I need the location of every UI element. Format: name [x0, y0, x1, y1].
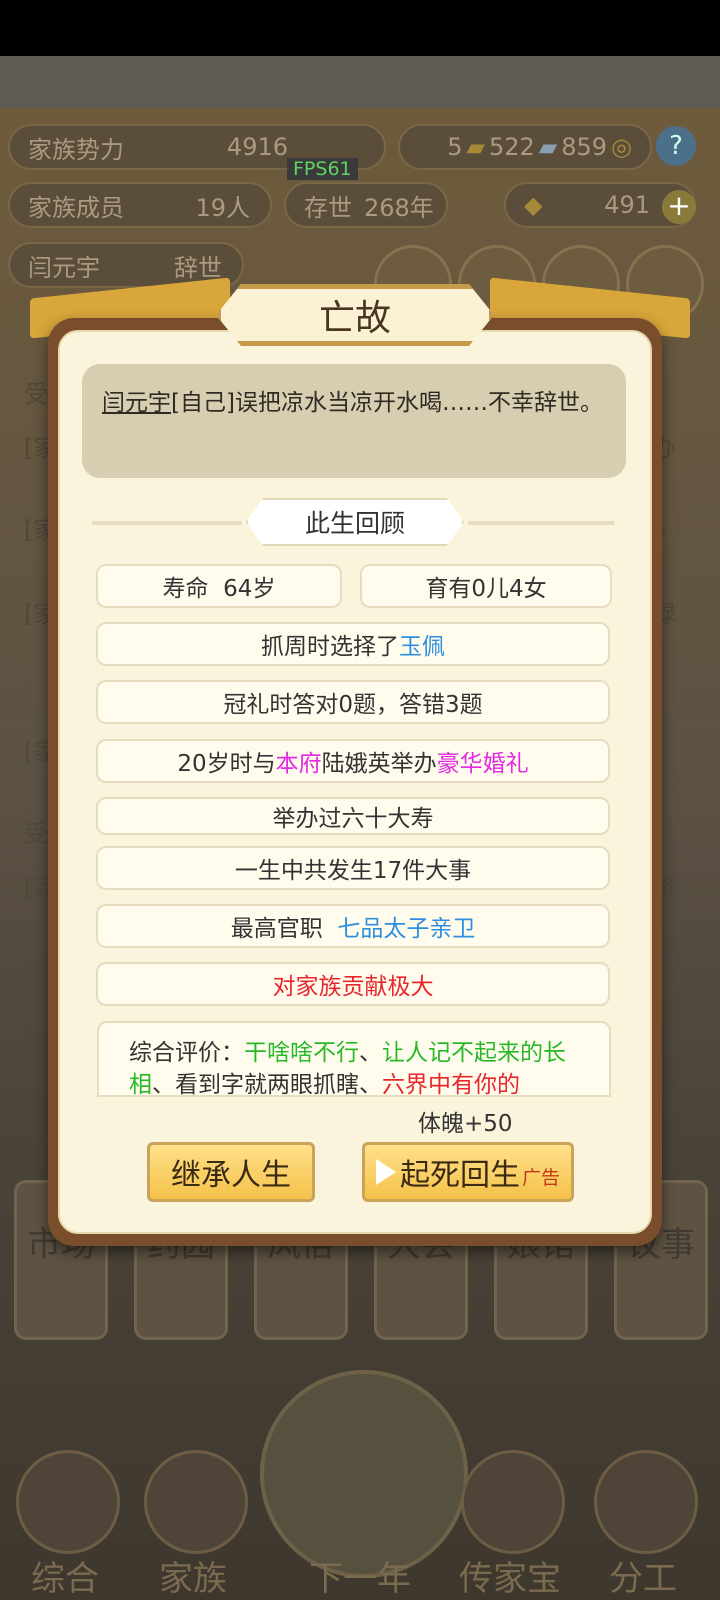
nav-heirloom-label: 传家宝: [459, 1559, 561, 1599]
bg-text-fragment: 受: [24, 380, 48, 408]
section-divider-left: [92, 521, 242, 525]
character-name: 闫元宇: [28, 253, 100, 282]
family-power-label: 家族势力: [28, 135, 124, 164]
inherit-life-label: 继承人生: [171, 1158, 291, 1193]
resource-2-value: 522: [488, 133, 535, 161]
wedding-type: 豪华婚礼: [436, 751, 529, 777]
heirloom-icon: [461, 1450, 565, 1554]
overall-evaluation[interactable]: 综合评价：干啥啥不行、让人记不起来的长相、看到字就两眼抓瞎、六界中有你的: [97, 1021, 611, 1097]
dialog-title-badge: 亡故: [216, 284, 494, 346]
fps-counter: FPS61: [287, 158, 358, 180]
events-row: 一生中共发生17件大事: [96, 846, 610, 890]
nav-overview-label: 综合: [31, 1559, 99, 1599]
birthday-row: 举办过六十大寿: [96, 797, 610, 835]
lifespan-row: 寿命 64岁: [96, 564, 342, 608]
existence-label: 存世: [304, 193, 352, 222]
revive-label: 起死回生: [399, 1158, 520, 1193]
office-row: 最高官职 七品太子亲卫: [96, 904, 610, 948]
resource-3-value: 859: [561, 133, 608, 161]
wedding-house: 本府: [275, 751, 322, 777]
section-heading: 此生回顾: [246, 498, 464, 546]
nav-division[interactable]: 分工: [588, 1450, 698, 1600]
lifespan-label: 寿命: [162, 576, 209, 602]
gold-bar-icon: ▰: [466, 133, 485, 161]
zhuazhou-row: 抓周时选择了 玉佩: [96, 622, 610, 666]
character-status: 辞世: [174, 253, 222, 282]
contribution-text: 对家族贡献极大: [272, 974, 434, 1000]
eval-label: 综合评价：: [129, 1040, 244, 1066]
members-value: 19人: [195, 193, 250, 222]
help-icon[interactable]: ?: [656, 126, 696, 166]
wedding-row: 20岁时与 本府 陆娥英举办 豪华婚礼: [96, 739, 610, 783]
office-label: 最高官职: [230, 916, 323, 942]
nav-division-label: 分工: [609, 1559, 677, 1599]
zhuazhou-prefix: 抓周时选择了: [261, 634, 399, 660]
eval-trait-1: 干啥啥不行: [244, 1040, 359, 1066]
house-icon: [144, 1450, 248, 1554]
dialog-title: 亡故: [318, 298, 391, 339]
wedding-mid: 陆娥英举办: [321, 751, 437, 777]
nav-next-year-label: 下一年: [309, 1559, 411, 1599]
message-text: [自己]误把凉水当凉开水喝……不幸辞世。: [171, 390, 603, 416]
person-icon: [594, 1450, 698, 1554]
gold-ingot-icon: ◆: [524, 191, 543, 219]
death-message: 闫元宇[自己]误把凉水当凉开水喝……不幸辞世。: [82, 364, 626, 478]
resource-1-value: 5: [447, 133, 463, 161]
bg-text-fragment: 受: [24, 820, 48, 848]
eval-sep-1: 、: [359, 1040, 382, 1066]
members-pill[interactable]: 家族成员 19人: [8, 182, 272, 228]
contribution-row: 对家族贡献极大: [96, 962, 610, 1006]
ad-tag: 广告: [521, 1166, 560, 1189]
wedding-prefix: 20岁时与: [177, 751, 276, 777]
section-divider-right: [468, 521, 614, 525]
message-character-name[interactable]: 闫元宇: [102, 390, 171, 416]
resources-pill[interactable]: 5 ▰ 522 ▰ 859 ◎: [398, 124, 652, 170]
scroll-icon: [16, 1450, 120, 1554]
family-power-value: 4916: [226, 133, 288, 161]
nav-next-year[interactable]: 下一年: [305, 1450, 415, 1600]
nav-family[interactable]: 家族: [138, 1450, 248, 1600]
revive-ad-button[interactable]: 起死回生 广告: [362, 1142, 574, 1202]
children-row: 育有0儿4女: [360, 564, 612, 608]
inherit-life-button[interactable]: 继承人生: [147, 1142, 315, 1202]
status-bar: [0, 0, 720, 56]
office-value: 七品太子亲卫: [337, 916, 476, 942]
eval-sep-2: 、看到字就两眼抓瞎、: [152, 1072, 382, 1097]
play-icon: [375, 1159, 396, 1185]
coin-icon: ◎: [611, 133, 632, 161]
silver-bar-icon: ▰: [538, 133, 558, 161]
members-label: 家族成员: [28, 193, 124, 222]
existence-pill: 存世 268年: [284, 182, 448, 228]
gold-value: 491: [604, 191, 650, 219]
nav-family-label: 家族: [159, 1559, 227, 1599]
eval-trait-3: 六界中有你的: [382, 1072, 520, 1097]
revive-reward: 体魄+50: [418, 1111, 513, 1137]
nav-overview[interactable]: 综合: [10, 1450, 120, 1600]
nav-heirloom[interactable]: 传家宝: [455, 1450, 565, 1600]
lifespan-value: 64岁: [223, 576, 276, 602]
zhuazhou-item: 玉佩: [399, 634, 445, 660]
add-gold-icon[interactable]: +: [662, 190, 696, 224]
coming-of-age-row: 冠礼时答对0题，答错3题: [96, 680, 610, 724]
existence-value: 268年: [364, 193, 434, 222]
top-strip: [0, 56, 720, 108]
